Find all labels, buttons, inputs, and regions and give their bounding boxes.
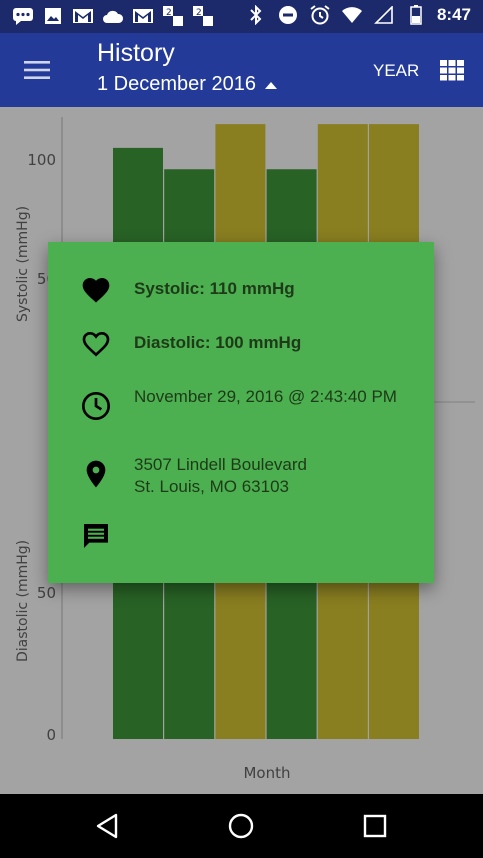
signal-icon (373, 5, 395, 25)
gmail-icon (132, 6, 154, 26)
date-label: 1 December 2016 (97, 73, 256, 95)
recents-button[interactable] (359, 810, 391, 842)
back-triangle-icon (96, 813, 118, 839)
caret-up-icon (264, 81, 277, 89)
address-line-2: St. Louis, MO 63103 (134, 477, 289, 496)
year-button[interactable]: YEAR (373, 61, 419, 81)
system-icons: 8:47 (245, 5, 471, 25)
menu-button[interactable] (22, 57, 52, 83)
image-icon (42, 6, 64, 26)
app-bar: History 1 December 2016 YEAR (0, 33, 483, 107)
svg-text:2: 2 (166, 8, 172, 18)
page-title: History (97, 39, 175, 67)
heart-outline-icon (82, 331, 110, 357)
reading-address: 3507 Lindell Boulevard St. Louis, MO 631… (134, 454, 404, 498)
grid-icon (440, 60, 464, 81)
home-button[interactable] (225, 810, 257, 842)
bluetooth-icon (245, 5, 267, 25)
game-2-icon: 2 (192, 6, 214, 26)
comment-icon (84, 524, 108, 548)
notification-icons: 2 2 (12, 6, 214, 26)
battery-icon (405, 5, 427, 25)
status-bar: 2 2 8:47 (0, 0, 483, 33)
do-not-disturb-icon (277, 5, 299, 25)
grid-view-button[interactable] (439, 59, 465, 81)
clock: 8:47 (436, 5, 471, 24)
gmail-icon (72, 6, 94, 26)
navigation-bar (0, 794, 483, 858)
reading-detail-dialog: Systolic: 110 mmHg Diastolic: 100 mmHg N… (48, 242, 434, 583)
back-button[interactable] (92, 810, 124, 842)
diastolic-value: Diastolic: 100 mmHg (134, 333, 302, 352)
cloud-icon (102, 6, 124, 26)
game-2-icon: 2 (162, 6, 184, 26)
clock-icon (82, 392, 110, 420)
recents-square-icon (363, 814, 387, 838)
chat-icon (12, 6, 34, 26)
address-line-1: 3507 Lindell Boulevard (134, 455, 307, 474)
systolic-value: Systolic: 110 mmHg (134, 279, 295, 298)
reading-datetime: November 29, 2016 @ 2:43:40 PM (134, 387, 397, 406)
wifi-icon (341, 5, 363, 25)
location-pin-icon (86, 460, 106, 488)
alarm-icon (309, 5, 331, 25)
date-selector[interactable]: 1 December 2016 (97, 73, 278, 96)
home-circle-icon (228, 813, 254, 839)
menu-icon (24, 61, 50, 79)
svg-text:2: 2 (196, 8, 202, 18)
heart-filled-icon (82, 278, 110, 303)
